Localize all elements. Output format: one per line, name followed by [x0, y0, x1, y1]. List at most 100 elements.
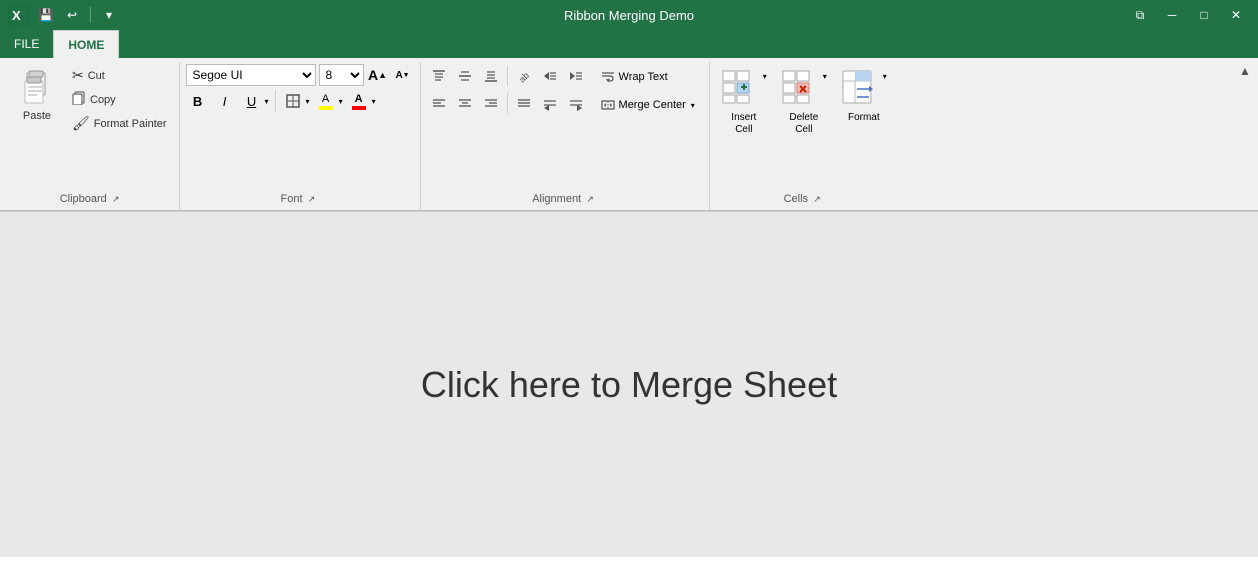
- underline-button[interactable]: U: [240, 89, 264, 113]
- alignment-group: ab: [421, 62, 710, 210]
- cut-button[interactable]: ✂ Cut: [66, 64, 173, 87]
- rtl-button[interactable]: [538, 91, 562, 115]
- format-label: Format: [848, 112, 880, 124]
- save-qat-button[interactable]: 💾: [36, 5, 56, 25]
- title-bar-left: X 💾 ↩ ▾: [8, 4, 119, 26]
- borders-dropdown-button[interactable]: ▾: [305, 97, 311, 106]
- close-window-button[interactable]: ✕: [1222, 4, 1250, 26]
- fill-color-dropdown-button[interactable]: ▾: [338, 97, 344, 106]
- merge-center-icon: [601, 98, 615, 112]
- align-left-button[interactable]: [427, 91, 451, 115]
- delete-cell-column: ▾ Delete Cell: [776, 64, 832, 136]
- excel-logo-icon: X: [8, 4, 30, 26]
- font-color-dropdown-button[interactable]: ▾: [371, 97, 377, 106]
- align-center-button[interactable]: [453, 91, 477, 115]
- cells-group: ▾ Insert Cell: [710, 62, 898, 210]
- ribbon-bottom-bar: [0, 210, 1258, 211]
- align-divider2: [507, 93, 508, 113]
- ribbon: Paste ✂ Cut Co: [0, 58, 1258, 212]
- tab-home[interactable]: HOME: [53, 30, 119, 58]
- font-size-select[interactable]: 8 9 10 11 12 14: [319, 64, 364, 86]
- delete-cell-dropdown-button[interactable]: ▾: [818, 64, 832, 88]
- indent-decrease-button[interactable]: [538, 64, 562, 88]
- insert-cell-button[interactable]: [716, 64, 758, 110]
- insert-cell-dropdown-button[interactable]: ▾: [758, 64, 772, 88]
- qat-dropdown-button[interactable]: ▾: [99, 5, 119, 25]
- align-top-button[interactable]: [427, 64, 451, 88]
- main-content-area[interactable]: Click here to Merge Sheet: [0, 212, 1258, 557]
- merge-center-button[interactable]: Merge Center ▾: [594, 92, 703, 118]
- title-bar-right: ⧉ ─ □ ✕: [1126, 4, 1250, 26]
- merge-center-label: Merge Center: [619, 99, 686, 111]
- qat-separator: [90, 7, 91, 23]
- svg-text:ab: ab: [516, 70, 530, 84]
- format-button[interactable]: [836, 64, 878, 110]
- copy-button[interactable]: Copy: [66, 88, 173, 111]
- font-divider: [275, 90, 276, 112]
- underline-dropdown-button[interactable]: ▾: [264, 97, 270, 106]
- delete-cell-icon: [781, 69, 813, 105]
- justify-button[interactable]: [512, 91, 536, 115]
- font-color-bar: [352, 106, 366, 110]
- wrap-text-button[interactable]: Wrap Text: [594, 64, 703, 90]
- insert-cell-icon: [721, 69, 753, 105]
- copy-icon: [72, 91, 86, 108]
- increase-font-size-button[interactable]: A▲: [367, 64, 389, 86]
- font-controls: Segoe UI 8 9 10 11 12 14 A▲: [186, 64, 414, 113]
- indent-increase-button[interactable]: [564, 64, 588, 88]
- delete-cell-button[interactable]: [776, 64, 818, 110]
- cut-icon: ✂: [72, 67, 84, 84]
- fill-color-button[interactable]: A: [314, 89, 338, 113]
- alignment-group-label: Alignment: [532, 193, 581, 205]
- format-painter-icon: 🖌: [72, 115, 90, 132]
- cells-launcher-button[interactable]: ↗: [810, 192, 824, 206]
- tab-file[interactable]: FILE: [0, 30, 53, 58]
- font-group: Segoe UI 8 9 10 11 12 14 A▲: [180, 62, 421, 210]
- alignment-launcher-button[interactable]: ↗: [583, 192, 597, 206]
- paste-button[interactable]: Paste: [10, 64, 64, 127]
- font-group-label: Font: [281, 193, 303, 205]
- wrap-merge-controls: Wrap Text Merge Center ▾: [594, 64, 703, 118]
- align-right-button[interactable]: [479, 91, 503, 115]
- bold-button[interactable]: B: [186, 89, 210, 113]
- svg-text:X: X: [12, 8, 21, 23]
- font-family-select[interactable]: Segoe UI: [186, 64, 316, 86]
- format-dropdown-button[interactable]: ▾: [878, 64, 892, 88]
- ltr-button[interactable]: [564, 91, 588, 115]
- format-painter-button[interactable]: 🖌 Format Painter: [66, 112, 173, 135]
- align-divider: [507, 66, 508, 86]
- clipboard-launcher-button[interactable]: ↗: [109, 192, 123, 206]
- clipboard-small-buttons: ✂ Cut Copy 🖌 Form: [66, 64, 173, 135]
- main-content-text[interactable]: Click here to Merge Sheet: [421, 364, 837, 406]
- cells-group-label: Cells: [784, 193, 808, 205]
- clipboard-group: Paste ✂ Cut Co: [4, 62, 180, 210]
- format-column: ▾ Format: [836, 64, 892, 124]
- undo-qat-button[interactable]: ↩: [62, 5, 82, 25]
- delete-cell-label: Delete Cell: [789, 112, 818, 136]
- fill-color-bar: [319, 106, 333, 110]
- borders-button[interactable]: [281, 89, 305, 113]
- paste-label: Paste: [23, 110, 51, 122]
- insert-cell-label: Insert Cell: [731, 112, 756, 136]
- format-icon: [841, 69, 873, 105]
- window-title: Ribbon Merging Demo: [564, 8, 694, 23]
- font-launcher-button[interactable]: ↗: [305, 192, 319, 206]
- insert-cell-column: ▾ Insert Cell: [716, 64, 772, 136]
- title-bar: X 💾 ↩ ▾ Ribbon Merging Demo ⧉ ─ □ ✕: [0, 0, 1258, 30]
- tab-bar: FILE HOME: [0, 30, 1258, 58]
- align-middle-button[interactable]: [453, 64, 477, 88]
- wrap-text-icon: [601, 70, 615, 84]
- paste-icon: [19, 69, 55, 110]
- maximize-window-button[interactable]: □: [1190, 4, 1218, 26]
- angle-counterclockwise-button[interactable]: ab: [512, 64, 536, 88]
- merge-center-dropdown-button[interactable]: ▾: [690, 101, 696, 110]
- clipboard-group-label: Clipboard: [60, 193, 107, 205]
- font-color-button[interactable]: A: [347, 89, 371, 113]
- italic-button[interactable]: I: [213, 89, 237, 113]
- align-bottom-button[interactable]: [479, 64, 503, 88]
- ribbon-collapse-button[interactable]: ▲: [1236, 62, 1254, 80]
- wrap-text-label: Wrap Text: [619, 71, 668, 83]
- minimize-window-button[interactable]: ─: [1158, 4, 1186, 26]
- restore-window-button[interactable]: ⧉: [1126, 4, 1154, 26]
- decrease-font-size-button[interactable]: A▼: [392, 64, 414, 86]
